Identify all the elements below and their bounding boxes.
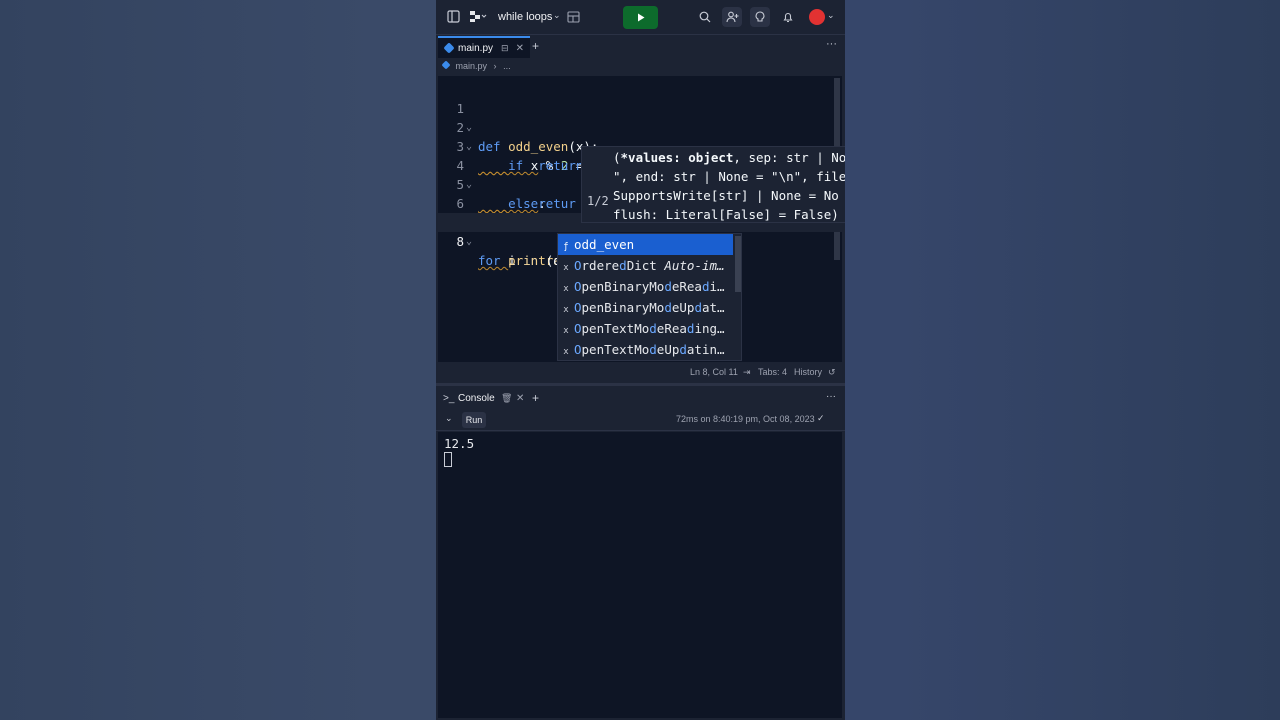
signature-line: ", end: str | None = "\n", file [613,169,845,184]
bell-icon[interactable] [782,11,794,23]
python-icon [444,43,454,53]
indent-icon: ⇥ [743,367,751,377]
console-toolbar: ⌄ Run 72ms on 8:40:19 pm, Oct 08, 2023 ✓ [436,409,845,431]
tab-label: main.py [458,42,494,54]
autocomplete-list: ƒ odd_even x OrderedDict Auto-im… x OpenBin… [557,233,742,361]
breadcrumb: main.py › ... [442,61,511,71]
tab-main-py[interactable]: main.py ⊟ ✕ [438,36,530,58]
checkmark-icon: ✓ [817,413,825,423]
breadcrumb-separator: › [493,61,497,71]
more-options-icon[interactable]: ··· [826,38,837,50]
search-icon[interactable] [699,11,711,23]
split-icon[interactable]: ⊟ [501,43,509,54]
autocomplete-item[interactable]: x OpenBinaryModeReadi… [558,276,733,297]
signature-line: (*values: object, sep: str | No [613,150,845,165]
breadcrumb-file[interactable]: main.py [456,61,488,71]
autocomplete-scrollbar[interactable] [735,236,741,292]
more-options-icon[interactable]: ··· [826,391,836,402]
variable-icon: x [563,326,569,336]
avatar-chevron-icon[interactable]: ⌄ [827,10,835,21]
code-line: 3 return f"{x} is even" [438,118,842,173]
editor-tabs: main.py ⊟ ✕ + ··· [436,35,845,58]
editor-status-bar: Ln 8, Col 11 ⇥ Tabs: 4 History ↺ [436,362,845,382]
line-number: 8 [456,234,464,249]
console-tabs: >_ Console 🗑 ✕ + ··· [436,387,845,409]
history-icon[interactable]: ↺ [828,367,836,378]
autocomplete-item[interactable]: x OrderedDict Auto-im… [558,255,733,276]
close-icon[interactable]: ✕ [516,43,524,54]
console-run-button[interactable]: Run [462,412,486,428]
autocomplete-item[interactable]: ƒ odd_even [558,234,733,255]
replit-logo-icon[interactable] [469,10,487,23]
autocomplete-item[interactable]: x OpenBinaryModeUpdat… [558,297,733,318]
project-name[interactable]: while loops [498,11,552,23]
new-tab-icon[interactable]: + [532,391,539,405]
run-button[interactable] [623,6,658,29]
variable-icon: x [563,284,569,294]
python-icon [442,61,450,69]
console-icon: >_ [443,393,455,404]
layout-icon[interactable] [567,11,580,23]
history-link[interactable]: History [794,367,822,377]
signature-help-popup: 1/2 (*values: object, sep: str | No ", e… [581,146,845,223]
play-icon [637,13,644,22]
avatar[interactable] [809,9,825,25]
code-line: 2 ⌄ if x % 2 == 0: [438,99,842,173]
new-tab-icon[interactable]: + [532,39,539,53]
variable-icon: x [563,347,569,357]
variable-icon: x [563,305,569,315]
signature-line: SupportsWrite[str] | None = No [613,188,839,203]
pane-divider[interactable] [436,383,845,386]
ai-assistant-icon[interactable] [750,7,770,27]
console-output-text: 12.5 [444,436,475,451]
tab-console[interactable]: Console [458,393,495,404]
autocomplete-item[interactable]: x OpenTextModeUpdatin… [558,339,733,360]
invite-user-icon[interactable] [722,7,742,27]
project-chevron-icon[interactable]: ⌄ [553,10,561,21]
cursor-position[interactable]: Ln 8, Col 11 [690,367,738,377]
variable-icon: x [563,263,569,273]
breadcrumb-more[interactable]: ... [503,61,511,71]
close-icon[interactable]: ✕ [516,393,524,404]
tab-size[interactable]: Tabs: 4 [758,367,787,377]
signature-counter[interactable]: 1/2 [587,194,609,208]
code-editor[interactable]: 1 ⌄ def odd_even(x): 2 ⌄ if x % 2 == 0: … [438,76,845,362]
signature-line: flush: Literal[False] = False) [613,207,839,222]
top-bar: while loops ⌄ ⌄ [436,0,845,35]
replit-window: while loops ⌄ ⌄ main.py ⊟ ✕ + ··· main.p… [436,0,845,720]
console-cursor [444,452,452,467]
sidebar-toggle-icon[interactable] [447,10,460,23]
run-metadata: 72ms on 8:40:19 pm, Oct 08, 2023 [676,414,815,424]
function-icon: ƒ [563,242,569,252]
autocomplete-item[interactable]: x OpenTextModeReading… [558,318,733,339]
code-line: 1 ⌄ def odd_even(x): [438,80,842,154]
collapse-chevron-icon[interactable]: ⌄ [445,413,453,424]
trash-icon[interactable]: 🗑 [501,393,512,404]
console-output[interactable]: 12.5 [438,432,842,718]
